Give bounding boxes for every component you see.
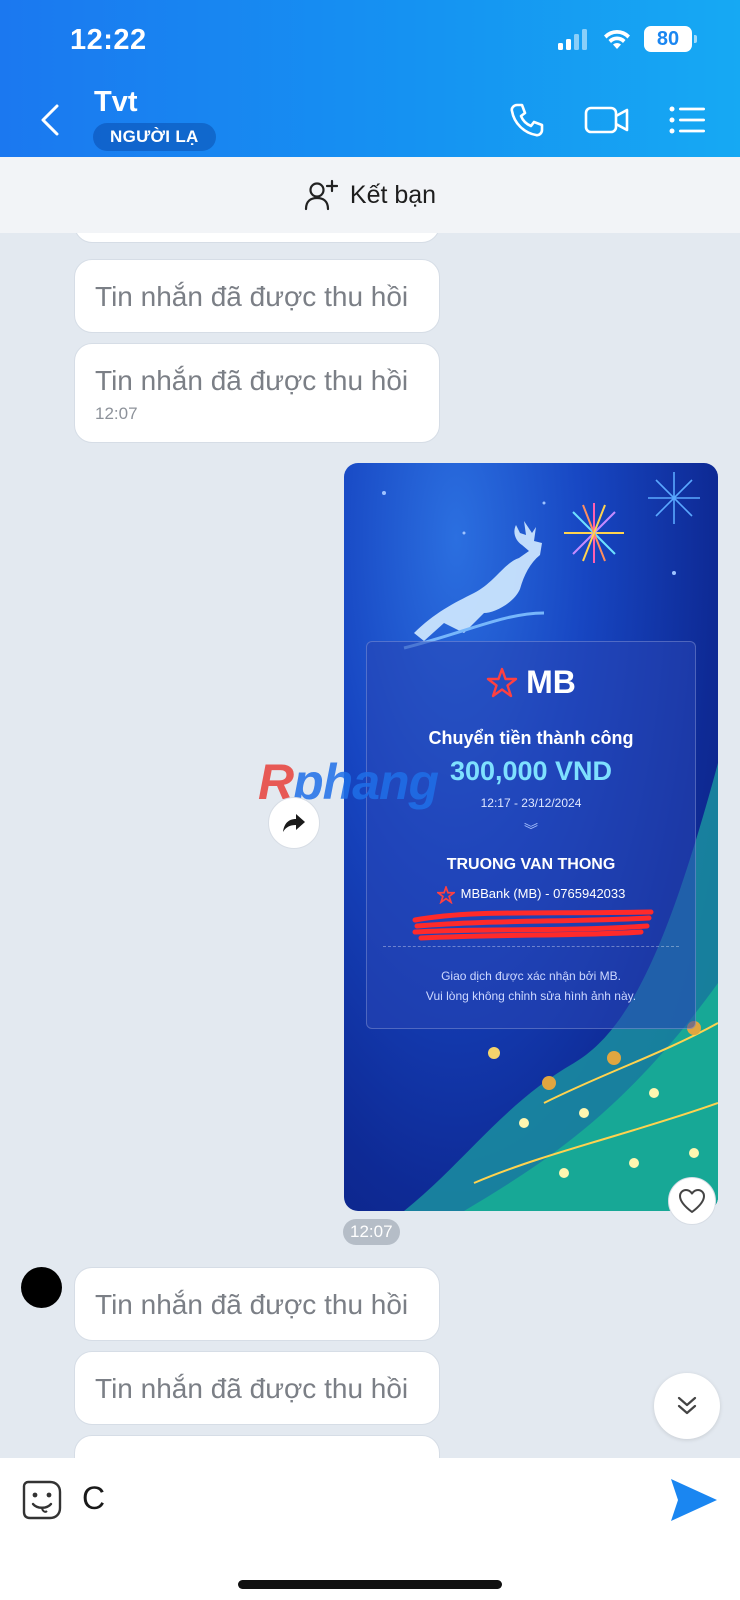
options-button[interactable] (662, 98, 712, 142)
battery-indicator: 80 (644, 26, 697, 52)
add-user-icon (304, 179, 338, 211)
status-time: 12:22 (70, 24, 147, 56)
recipient-bank: MBBank (MB) - 0765942033 (367, 886, 695, 904)
note-line: Vui lòng không chỉnh sửa hình ảnh này. (425, 989, 637, 1003)
back-button[interactable] (30, 98, 70, 142)
call-button[interactable] (502, 98, 552, 142)
reindeer-illustration (403, 521, 545, 650)
note-line: Giao dịch được xác nhận bởi MB. (441, 969, 621, 983)
sticker-button[interactable] (20, 1478, 64, 1522)
receipt-card: MB Chuyển tiền thành công 300,000 VND 12… (366, 641, 696, 1029)
message-bubble-partial[interactable] (74, 1435, 440, 1458)
message-composer: C (0, 1458, 740, 1600)
contact-name[interactable]: Tvt (94, 86, 138, 119)
redaction-scribble (412, 909, 654, 941)
mb-logo: MB (367, 664, 695, 701)
firework-icon (648, 472, 700, 524)
message-input[interactable]: C (82, 1480, 105, 1517)
chat-header: 12:22 80 Tvt NGƯỜI LẠ (0, 0, 740, 157)
send-icon (671, 1479, 717, 1521)
chevron-left-icon (41, 104, 59, 136)
brand-name: MB (526, 664, 576, 700)
home-indicator (238, 1580, 502, 1589)
signal-icon (558, 29, 587, 50)
video-call-button[interactable] (582, 98, 632, 142)
react-button[interactable] (668, 1177, 716, 1225)
recalled-message[interactable]: Tin nhắn đã được thu hồi 12:07 (74, 343, 440, 443)
wifi-icon (604, 29, 630, 49)
chevron-double-down-icon (677, 1396, 697, 1415)
forward-arrow-icon (283, 814, 305, 832)
recalled-message[interactable]: Tin nhắn đã được thu hồi (74, 1351, 440, 1425)
recalled-message[interactable]: Tin nhắn đã được thu hồi (74, 259, 440, 333)
mb-star-icon (436, 886, 455, 904)
bank-account: MBBank (MB) - 0765942033 (460, 886, 626, 901)
heart-icon (679, 1189, 705, 1213)
stranger-badge: NGƯỜI LẠ (93, 123, 216, 151)
watermark-rest: phang (293, 754, 439, 810)
list-menu-icon (669, 106, 705, 134)
recalled-message[interactable]: Tin nhắn đã được thu hồi (74, 1267, 440, 1341)
message-text: Tin nhắn đã được thu hồi (95, 281, 409, 312)
message-bubble-partial[interactable] (74, 233, 440, 243)
send-button[interactable] (668, 1476, 720, 1524)
phone-icon (510, 103, 544, 137)
avatar[interactable] (21, 1267, 62, 1308)
recipient-name: TRUONG VAN THONG (446, 856, 616, 873)
receipt-note: Giao dịch được xác nhận bởi MB. Vui lòng… (367, 966, 695, 1006)
add-friend-button[interactable]: Kết bạn (0, 157, 740, 233)
divider (383, 946, 679, 947)
mb-star-icon (486, 667, 518, 697)
video-camera-icon (584, 106, 629, 134)
message-text: Tin nhắn đã được thu hồi (95, 1373, 409, 1404)
receipt-title: Chuyển tiền thành công (428, 728, 634, 748)
chat-messages[interactable]: Tin nhắn đã được thu hồi Tin nhắn đã đượ… (0, 233, 740, 1458)
message-text: Tin nhắn đã được thu hồi (95, 365, 409, 396)
chevron-down-double-icon: ︾ (524, 822, 538, 838)
status-icons: 80 (558, 26, 697, 52)
sticker-icon (22, 1480, 62, 1520)
scroll-to-bottom-button[interactable] (654, 1373, 720, 1439)
firework-icon (564, 503, 624, 563)
image-message-time: 12:07 (343, 1219, 400, 1245)
add-friend-label: Kết bạn (349, 180, 437, 209)
transfer-receipt-image[interactable]: MB Chuyển tiền thành công 300,000 VND 12… (344, 463, 718, 1211)
message-text: Tin nhắn đã được thu hồi (95, 1289, 409, 1320)
forward-button[interactable] (268, 797, 320, 849)
